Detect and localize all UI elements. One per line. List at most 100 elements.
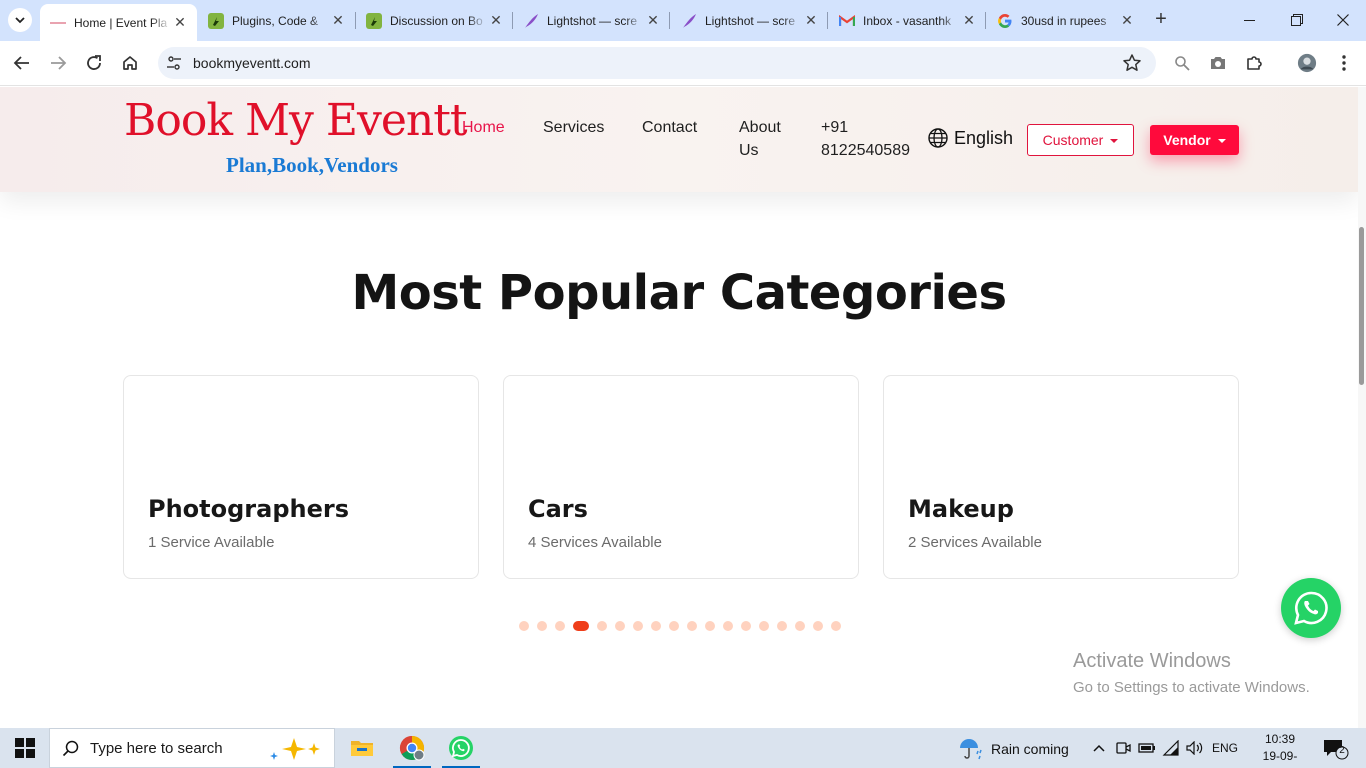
close-tab-icon[interactable]: ✕ <box>644 12 662 30</box>
whatsapp-icon <box>1294 591 1328 625</box>
browser-tab[interactable]: Plugins, Code & ✕ <box>198 5 355 36</box>
browser-tab-strip: Home | Event Pla ✕ Plugins, Code & ✕ Dis… <box>0 0 1366 41</box>
lightshot-feather-icon <box>681 13 697 29</box>
browser-tab[interactable]: Inbox - vasanthk ✕ <box>829 5 986 36</box>
bookmark-star-icon[interactable] <box>1122 53 1142 73</box>
tab-title: Discussion on Bo <box>390 13 483 28</box>
file-explorer-taskbar-button[interactable] <box>339 728 385 768</box>
carousel-dot[interactable] <box>795 621 805 631</box>
category-count: 2 Services Available <box>908 534 1042 551</box>
close-tab-icon[interactable]: ✕ <box>171 14 189 32</box>
scrollbar-thumb[interactable] <box>1359 227 1364 385</box>
caret-down-icon <box>1110 138 1119 143</box>
browser-tab-active[interactable]: Home | Event Pla ✕ <box>40 4 197 41</box>
browser-tab[interactable]: Lightshot — scre ✕ <box>513 5 670 36</box>
new-tab-button[interactable]: + <box>1150 9 1172 31</box>
weather-widget[interactable]: Rain coming <box>958 737 1069 761</box>
input-language[interactable]: ENG <box>1212 741 1238 755</box>
nav-home[interactable]: Home <box>462 116 505 139</box>
chrome-taskbar-button[interactable] <box>389 728 435 768</box>
carousel-dot[interactable] <box>669 621 679 631</box>
carousel-dot-active[interactable] <box>573 621 589 631</box>
close-tab-icon[interactable]: ✕ <box>802 12 820 30</box>
carousel-dot[interactable] <box>831 621 841 631</box>
globe-icon <box>928 128 948 148</box>
carousel-dot[interactable] <box>537 621 547 631</box>
browser-tab[interactable]: Lightshot — scre ✕ <box>671 5 828 36</box>
meet-now-icon[interactable] <box>1114 739 1132 757</box>
tab-separator <box>985 12 986 29</box>
category-title: Makeup <box>908 495 1014 523</box>
reload-button[interactable] <box>82 51 106 75</box>
activate-windows-watermark: Activate Windows Go to Settings to activ… <box>1073 650 1310 696</box>
close-window-button[interactable] <box>1331 8 1355 32</box>
taskbar-clock[interactable]: 10:39 19-09-2025 <box>1250 731 1310 768</box>
wifi-icon[interactable] <box>1162 739 1180 757</box>
restore-button[interactable] <box>1285 8 1309 32</box>
address-bar[interactable]: bookmyeventt.com <box>158 47 1156 79</box>
volume-icon[interactable] <box>1186 739 1204 757</box>
carousel-dot[interactable] <box>555 621 565 631</box>
taskbar-search-box[interactable]: Type here to search <box>49 728 335 768</box>
carousel-dot[interactable] <box>813 621 823 631</box>
close-tab-icon[interactable]: ✕ <box>1118 12 1136 30</box>
carousel-dot[interactable] <box>741 621 751 631</box>
notification-center-button[interactable]: 2 <box>1323 738 1349 760</box>
battery-icon[interactable] <box>1138 739 1156 757</box>
minimize-icon <box>1244 20 1255 21</box>
back-button[interactable] <box>10 51 34 75</box>
camera-icon[interactable] <box>1208 53 1228 73</box>
whatsapp-taskbar-button[interactable] <box>438 728 484 768</box>
caret-down-icon <box>1217 138 1226 143</box>
activate-subtitle: Go to Settings to activate Windows. <box>1073 679 1310 696</box>
menu-kebab-icon[interactable] <box>1334 53 1354 73</box>
category-card-makeup[interactable]: Makeup 2 Services Available <box>883 375 1239 579</box>
site-settings-icon[interactable] <box>166 55 182 71</box>
url-text[interactable]: bookmyeventt.com <box>193 55 311 71</box>
activate-title: Activate Windows <box>1073 650 1231 672</box>
close-tab-icon[interactable]: ✕ <box>960 12 978 30</box>
vendor-label: Vendor <box>1163 132 1211 148</box>
carousel-dot[interactable] <box>759 621 769 631</box>
category-card-cars[interactable]: Cars 4 Services Available <box>503 375 859 579</box>
language-selector[interactable]: English <box>927 127 1013 149</box>
profile-avatar-icon[interactable] <box>1297 53 1317 73</box>
tab-title: Home | Event Pla <box>74 15 168 30</box>
whatsapp-chat-button[interactable] <box>1281 578 1341 638</box>
customer-dropdown-button[interactable]: Customer <box>1027 124 1134 156</box>
carousel-dot[interactable] <box>705 621 715 631</box>
carousel-dot[interactable] <box>615 621 625 631</box>
tab-search-button[interactable] <box>8 8 32 32</box>
close-tab-icon[interactable]: ✕ <box>329 12 347 30</box>
carousel-dot[interactable] <box>519 621 529 631</box>
carousel-dot[interactable] <box>651 621 661 631</box>
nav-contact[interactable]: Contact <box>642 116 697 139</box>
chevron-up-icon[interactable] <box>1090 739 1108 757</box>
forward-button[interactable] <box>46 51 70 75</box>
nav-services[interactable]: Services <box>543 116 604 139</box>
windows-taskbar: Type here to search Rain coming ENG 10:3… <box>0 728 1366 768</box>
close-tab-icon[interactable]: ✕ <box>487 12 505 30</box>
carousel-dot[interactable] <box>777 621 787 631</box>
bookmyeventt-favicon <box>50 15 66 31</box>
folder-icon <box>351 741 373 756</box>
carousel-dot[interactable] <box>633 621 643 631</box>
category-card-photographers[interactable]: Photographers 1 Service Available <box>123 375 479 579</box>
nav-about[interactable]: About Us <box>739 116 781 162</box>
extensions-puzzle-icon[interactable] <box>1244 53 1264 73</box>
carousel-dot[interactable] <box>597 621 607 631</box>
category-title: Cars <box>528 495 588 523</box>
zoom-icon[interactable] <box>1172 53 1192 73</box>
browser-tab[interactable]: Discussion on Bo ✕ <box>356 5 513 36</box>
carousel-dot[interactable] <box>723 621 733 631</box>
browser-tab[interactable]: 30usd in rupees ✕ <box>987 5 1144 36</box>
windows-start-icon[interactable] <box>15 738 35 758</box>
category-title: Photographers <box>148 495 349 523</box>
home-button[interactable] <box>118 51 142 75</box>
page-scrollbar[interactable] <box>1358 87 1366 728</box>
vendor-dropdown-button[interactable]: Vendor <box>1150 125 1239 155</box>
site-logo[interactable]: Book My Eventt <box>124 95 468 146</box>
nav-phone[interactable]: +91 8122540589 <box>821 116 910 162</box>
minimize-button[interactable] <box>1238 8 1262 32</box>
carousel-dot[interactable] <box>687 621 697 631</box>
